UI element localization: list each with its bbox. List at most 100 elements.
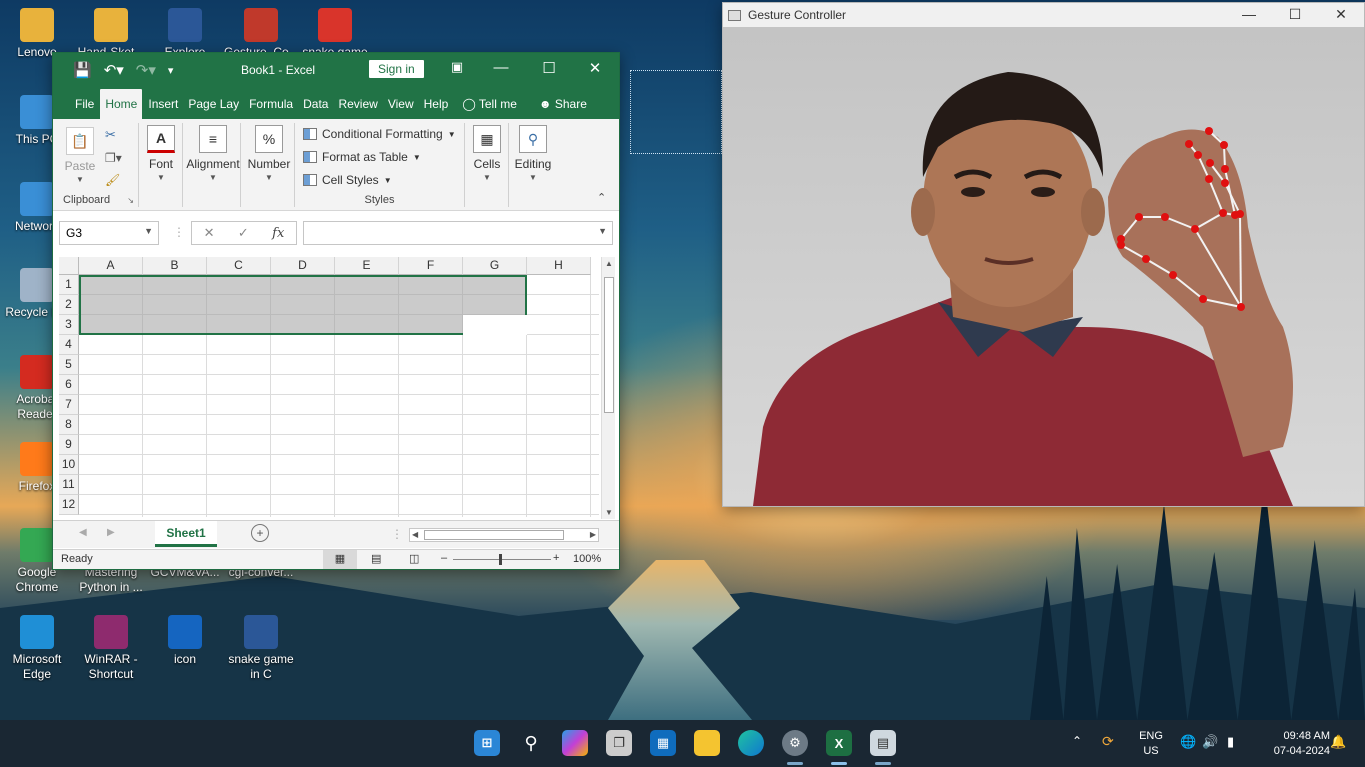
tab-file[interactable]: File: [71, 97, 98, 119]
maximize-button[interactable]: ☐: [1285, 6, 1305, 23]
row-header[interactable]: 5: [59, 355, 79, 375]
column-header[interactable]: F: [399, 257, 463, 275]
page-layout-view-icon[interactable]: ▤: [371, 552, 381, 565]
add-sheet-icon[interactable]: +: [251, 524, 269, 542]
alignment-button[interactable]: ≡ Alignment ▼: [185, 125, 241, 182]
redo-icon[interactable]: ↷▾: [136, 61, 156, 79]
table-row[interactable]: [79, 395, 599, 415]
number-button[interactable]: % Number ▼: [245, 125, 293, 182]
select-all-corner[interactable]: [59, 257, 79, 275]
excel-titlebar[interactable]: 💾 ↶▾ ↷▾ ▾ Book1 - Excel Sign in ▣ — ☐ ✕: [53, 53, 619, 87]
chevron-up-icon[interactable]: ⌃: [1072, 734, 1082, 749]
close-button[interactable]: ✕: [583, 59, 607, 77]
row-header[interactable]: 9: [59, 435, 79, 455]
table-row[interactable]: [79, 355, 599, 375]
scroll-left-icon[interactable]: ◀: [412, 530, 418, 539]
start-icon[interactable]: ⊞: [474, 730, 500, 756]
sign-in-button[interactable]: Sign in: [369, 60, 424, 78]
column-header[interactable]: E: [335, 257, 399, 275]
column-header[interactable]: B: [143, 257, 207, 275]
row-header[interactable]: 4: [59, 335, 79, 355]
row-header[interactable]: 2: [59, 295, 79, 315]
share-button[interactable]: ☻ Share: [539, 97, 587, 119]
prev-sheet-icon[interactable]: ◀: [79, 527, 87, 538]
vertical-scrollbar[interactable]: ▲ ▼: [601, 257, 615, 519]
gesture-controller-window[interactable]: Gesture Controller — ☐ ✕: [722, 2, 1365, 507]
network-icon[interactable]: 🌐: [1180, 734, 1196, 749]
paste-button[interactable]: 📋 Paste ▼: [63, 127, 97, 184]
settings-icon[interactable]: ⚙: [782, 730, 808, 756]
table-row[interactable]: [79, 455, 599, 475]
notification-bell-icon[interactable]: 🔔: [1330, 734, 1346, 749]
worksheet-grid[interactable]: A B C D E F G H 1 2 3 4 5 6 7 8 9 10 11 12: [59, 257, 599, 517]
table-row[interactable]: [79, 415, 599, 435]
normal-view-icon[interactable]: ▦: [323, 550, 357, 569]
tab-insert[interactable]: Insert: [144, 97, 182, 119]
table-row[interactable]: [79, 335, 599, 355]
cells-button[interactable]: ▦ Cells ▼: [469, 125, 505, 182]
cut-icon[interactable]: ✂: [105, 127, 116, 143]
conditional-formatting-button[interactable]: Conditional Formatting ▼: [303, 127, 456, 141]
formula-input[interactable]: ▼: [303, 221, 613, 245]
zoom-in-button[interactable]: +: [553, 552, 559, 564]
drag-handle-icon[interactable]: ⋮: [173, 225, 185, 239]
page-break-view-icon[interactable]: ◫: [409, 552, 419, 565]
row-header[interactable]: 11: [59, 475, 79, 495]
editing-button[interactable]: ⚲ Editing ▼: [511, 125, 555, 182]
column-header[interactable]: H: [527, 257, 591, 275]
tab-page-layout[interactable]: Page Lay: [184, 97, 243, 119]
column-header[interactable]: G: [463, 257, 527, 275]
customize-qat-icon[interactable]: ▾: [168, 64, 174, 77]
row-header[interactable]: 6: [59, 375, 79, 395]
undo-icon[interactable]: ↶▾: [104, 61, 124, 79]
column-header[interactable]: D: [271, 257, 335, 275]
chevron-down-icon[interactable]: ▼: [598, 226, 607, 236]
desktop-icon-icon[interactable]: icon: [148, 615, 222, 667]
zoom-level[interactable]: 100%: [573, 553, 601, 565]
insert-function-icon[interactable]: fx: [272, 226, 284, 241]
table-row[interactable]: [79, 495, 599, 515]
selected-range[interactable]: [79, 275, 527, 335]
scroll-right-icon[interactable]: ▶: [590, 530, 596, 539]
column-header[interactable]: C: [207, 257, 271, 275]
gesture-titlebar[interactable]: Gesture Controller — ☐ ✕: [723, 3, 1364, 27]
row-header[interactable]: 3: [59, 315, 79, 335]
minimize-button[interactable]: —: [489, 59, 513, 76]
zoom-out-button[interactable]: –: [441, 552, 447, 564]
desktop-icon-snake-game-in-c[interactable]: snake game in C: [224, 615, 298, 682]
horizontal-scrollbar[interactable]: ◀ ▶: [409, 528, 599, 542]
collapse-ribbon-icon[interactable]: ⌃: [597, 191, 606, 204]
column-header[interactable]: A: [79, 257, 143, 275]
edge-icon[interactable]: [738, 730, 764, 756]
font-button[interactable]: A Font ▼: [145, 125, 177, 182]
name-box[interactable]: G3 ▼: [59, 221, 159, 245]
excel-taskbar-icon[interactable]: X: [826, 730, 852, 756]
tab-formulas[interactable]: Formula: [245, 97, 297, 119]
tab-review[interactable]: Review: [334, 97, 381, 119]
tab-view[interactable]: View: [384, 97, 418, 119]
clock[interactable]: 09:48 AM 07-04-2024: [1254, 729, 1330, 759]
file-explorer-icon[interactable]: [694, 730, 720, 756]
dialog-launcher-icon[interactable]: ↘: [127, 196, 134, 205]
splitter-handle-icon[interactable]: ⋮: [391, 527, 403, 541]
sheet-tab-sheet1[interactable]: Sheet1: [155, 521, 217, 547]
row-header[interactable]: 7: [59, 395, 79, 415]
maximize-button[interactable]: ☐: [537, 59, 561, 77]
active-cell[interactable]: [463, 315, 527, 335]
format-as-table-button[interactable]: Format as Table ▼: [303, 150, 421, 164]
desktop-icon-microsoft-edge[interactable]: Microsoft Edge: [0, 615, 74, 682]
search-icon[interactable]: ⚲: [518, 730, 544, 756]
copy-icon[interactable]: ❐▾: [105, 151, 122, 165]
zoom-slider-thumb[interactable]: [499, 554, 502, 565]
tab-data[interactable]: Data: [299, 97, 332, 119]
row-header[interactable]: 8: [59, 415, 79, 435]
row-header[interactable]: 10: [59, 455, 79, 475]
zoom-slider[interactable]: [453, 559, 551, 560]
volume-icon[interactable]: 🔊: [1202, 734, 1218, 749]
task-view-icon[interactable]: ❐: [606, 730, 632, 756]
save-icon[interactable]: 💾: [73, 61, 92, 79]
row-header[interactable]: 1: [59, 275, 79, 295]
sync-icon[interactable]: ⟳: [1102, 734, 1114, 749]
horizontal-scroll-thumb[interactable]: [424, 530, 564, 540]
copilot-icon[interactable]: [562, 730, 588, 756]
